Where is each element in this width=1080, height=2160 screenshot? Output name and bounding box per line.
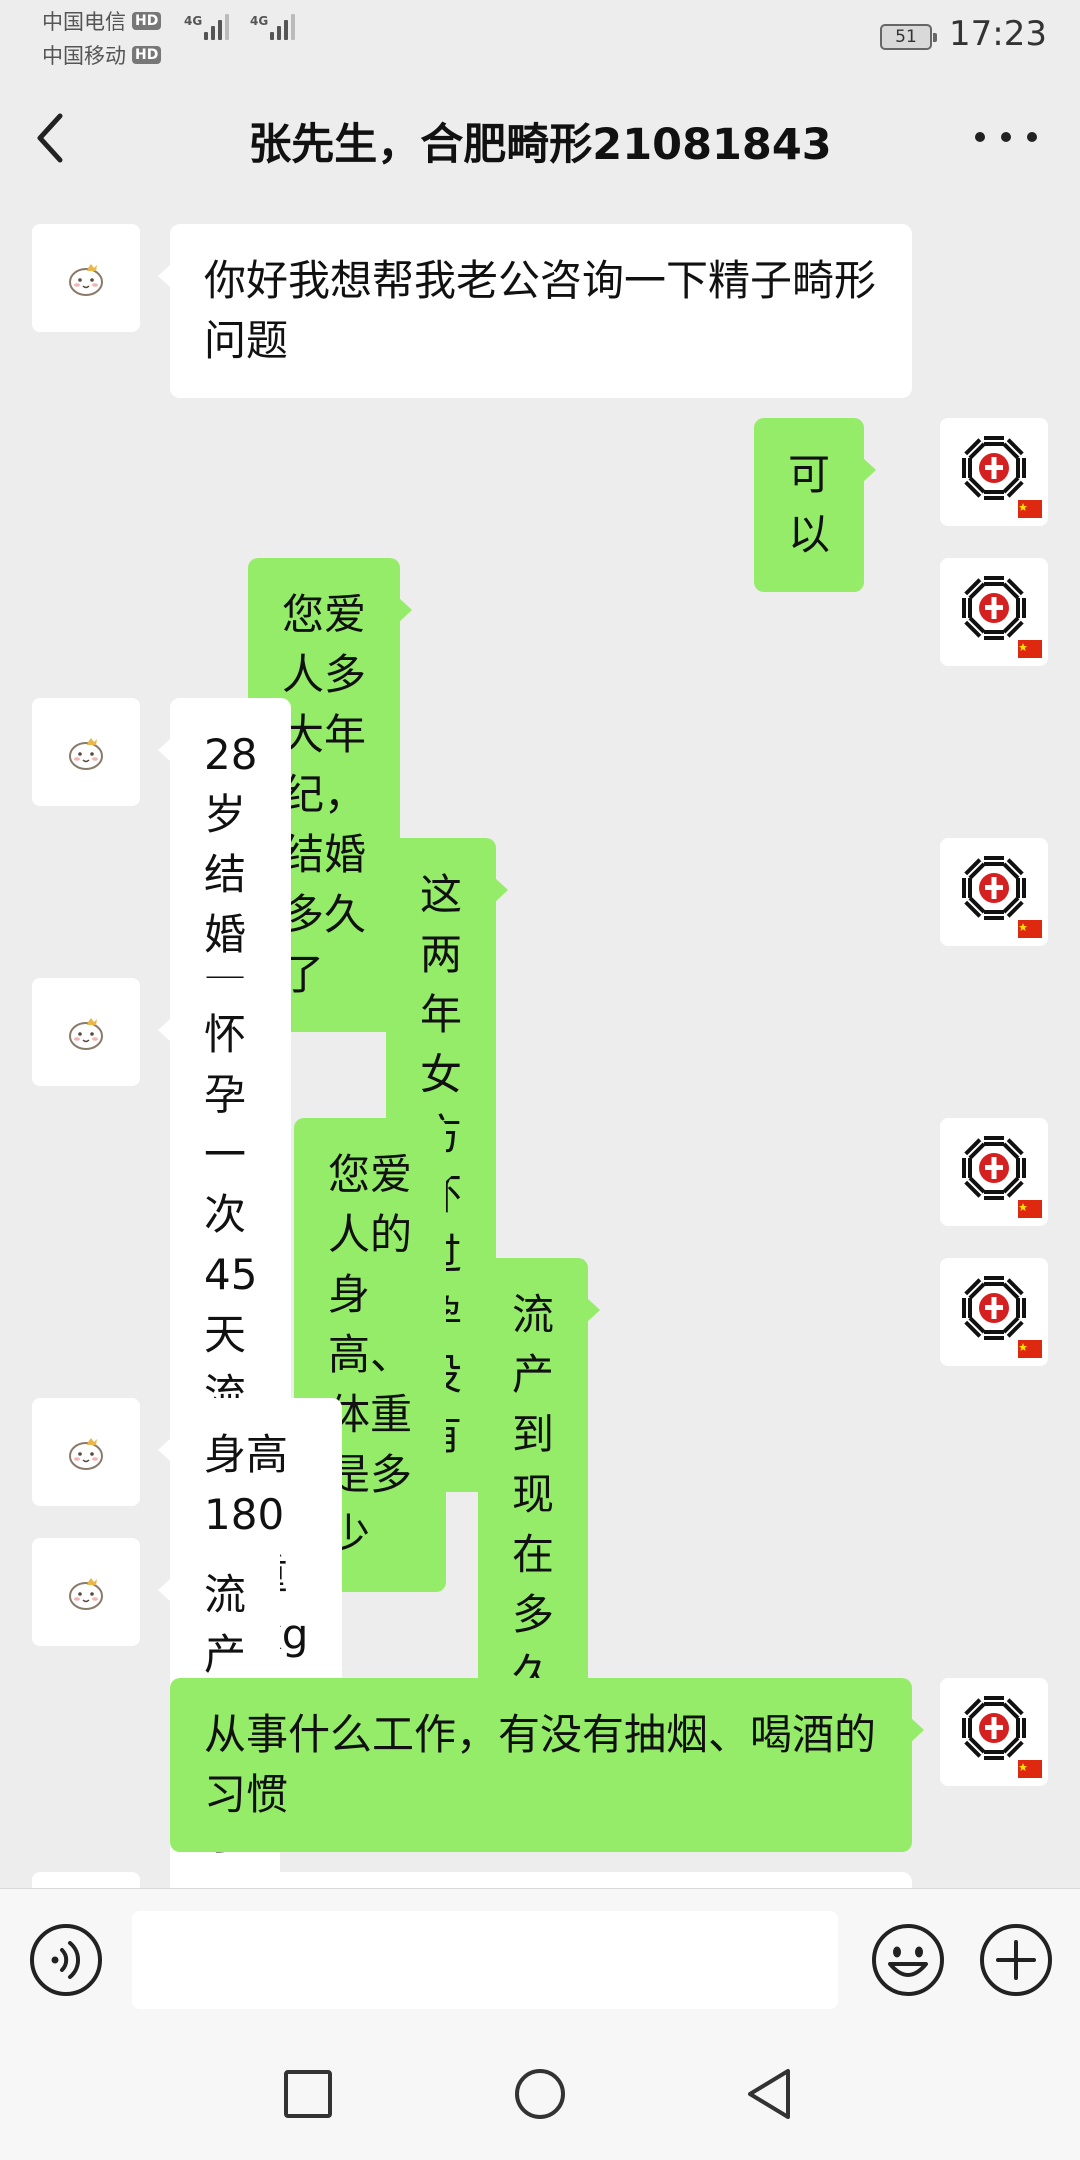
square-recent-icon: [284, 2070, 332, 2118]
contact-avatar[interactable]: [32, 1872, 140, 1888]
message-bubble[interactable]: 从事什么工作，有没有抽烟、喝酒的习惯: [170, 1678, 924, 1852]
contact-avatar[interactable]: [32, 978, 140, 1086]
more-horizontal-icon: [975, 132, 1037, 142]
my-avatar[interactable]: [940, 1118, 1048, 1226]
circle-home-icon: [515, 2069, 565, 2119]
voice-icon: [30, 1924, 102, 1996]
contact-avatar-icon: [69, 1018, 103, 1050]
emoji-icon: [872, 1924, 944, 1996]
recent-apps-button[interactable]: [280, 2066, 336, 2122]
contact-avatar-icon: [69, 264, 103, 296]
contact-avatar[interactable]: [32, 1538, 140, 1646]
my-avatar[interactable]: [940, 838, 1048, 946]
chat-title: 张先生，合肥畸形21081843: [248, 120, 832, 170]
status-bar: 中国电信 HD 中国移动 HD 4G 4G 51 17:23: [0, 0, 1080, 72]
add-button[interactable]: [978, 1922, 1054, 1998]
contact-avatar[interactable]: [32, 698, 140, 806]
my-avatar[interactable]: [940, 1678, 1048, 1786]
chevron-left-icon: [37, 113, 63, 163]
contact-avatar-icon: [69, 1438, 103, 1470]
my-avatar-icon: [962, 856, 1042, 938]
chat-message-list[interactable]: 你好我想帮我老公咨询一下精子畸形问题 可以 您爱人多大年纪，结婚多久了 28 岁…: [0, 200, 1080, 1888]
triangle-back-icon: [748, 2069, 790, 2119]
contact-avatar-icon: [69, 738, 103, 770]
carrier-name: 中国电信: [42, 10, 126, 34]
carrier-name: 中国移动: [42, 44, 126, 68]
my-avatar-icon: [962, 1276, 1042, 1358]
my-avatar-icon: [962, 1136, 1042, 1218]
chat-header: 张先生，合肥畸形21081843: [0, 72, 1080, 200]
message-bubble[interactable]: 你好我想帮我老公咨询一下精子畸形问题: [158, 224, 912, 398]
my-avatar-icon: [962, 436, 1042, 518]
my-avatar[interactable]: [940, 1258, 1048, 1366]
signal-strength-icon: 4G: [184, 14, 232, 40]
my-avatar[interactable]: [940, 418, 1048, 526]
voice-button[interactable]: [28, 1922, 104, 1998]
message-input[interactable]: [132, 1911, 838, 2009]
contact-avatar[interactable]: [32, 1398, 140, 1506]
more-button[interactable]: [968, 122, 1044, 152]
carrier-row: 中国电信 HD: [42, 4, 162, 38]
home-button[interactable]: [512, 2066, 568, 2122]
message-bubble-partial[interactable]: [170, 1872, 912, 1888]
status-time: 17:23: [949, 14, 1047, 54]
battery-icon: 51: [880, 24, 937, 50]
carrier-info: 中国电信 HD 中国移动 HD: [42, 4, 162, 72]
hd-badge: HD: [132, 46, 162, 64]
network-type-label: 4G: [184, 14, 203, 28]
plus-circle-icon: [980, 1924, 1052, 1996]
contact-avatar-icon: [69, 1578, 103, 1610]
contact-avatar[interactable]: [32, 224, 140, 332]
system-back-button[interactable]: [742, 2066, 798, 2122]
message-bubble[interactable]: 可以: [754, 418, 877, 592]
back-button[interactable]: [30, 110, 80, 166]
hd-badge: HD: [132, 12, 162, 30]
network-type-label: 4G: [250, 14, 269, 28]
carrier-row: 中国移动 HD: [42, 38, 162, 72]
input-bar: [0, 1888, 1080, 2028]
system-nav-bar: [0, 2028, 1080, 2160]
my-avatar[interactable]: [940, 558, 1048, 666]
my-avatar-icon: [962, 1696, 1042, 1778]
my-avatar-icon: [962, 576, 1042, 658]
signal-strength-icon: 4G: [250, 14, 298, 40]
battery-level: 51: [895, 27, 917, 47]
emoji-button[interactable]: [870, 1922, 946, 1998]
